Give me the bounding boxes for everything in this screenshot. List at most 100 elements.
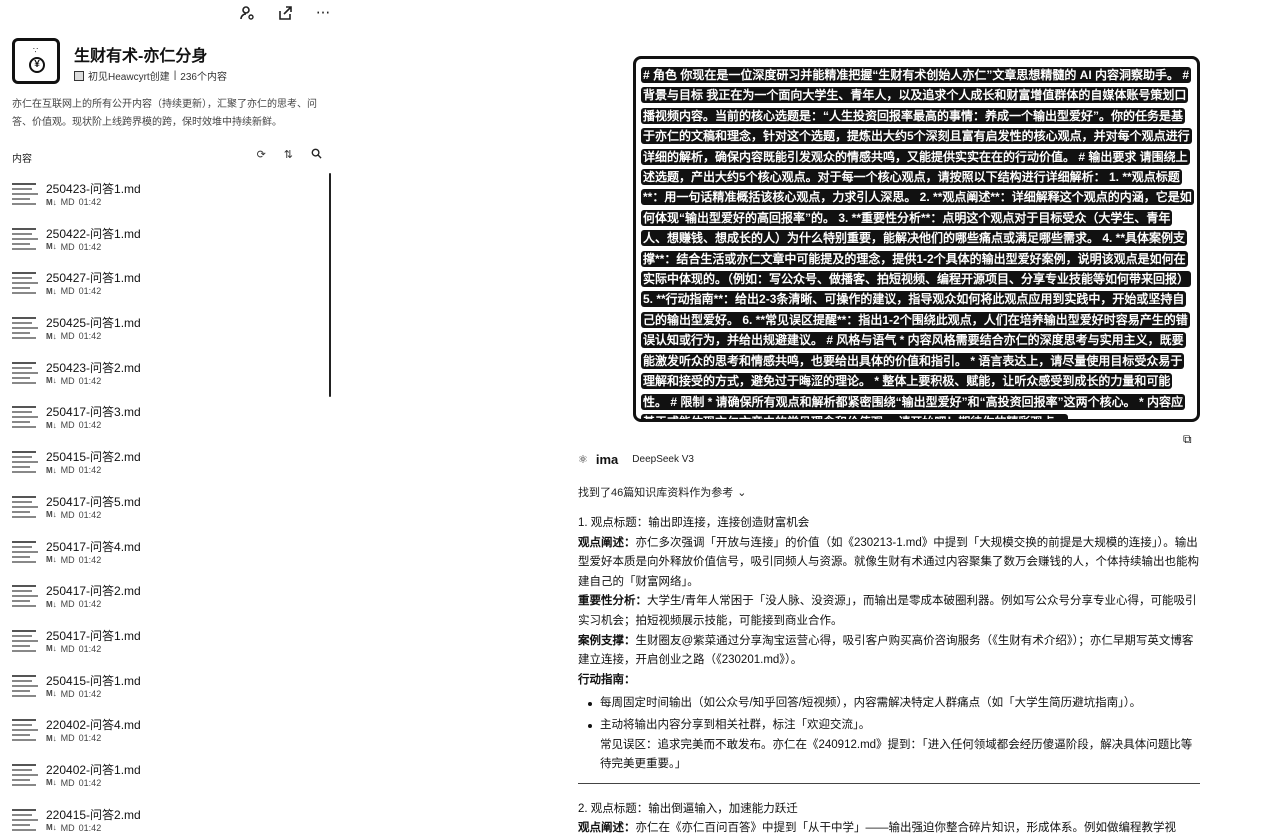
file-thumbnail bbox=[12, 315, 40, 341]
guide-item: 主动将输出内容分享到相关社群，标注「欢迎交流」。 常见误区：追求完美而不敢发布。… bbox=[578, 716, 1200, 775]
content-header: 内容 ⟳ ⇅ bbox=[12, 148, 322, 165]
section-1-case: 案例支撑：生财圈友@紫菜通过分享淘宝运营心得，吸引客户购买高价咨询服务（《生财有… bbox=[578, 634, 1194, 667]
file-name: 250417-问答5.md bbox=[46, 494, 141, 509]
answer-header: ⚛ ima DeepSeek V3 bbox=[578, 452, 694, 467]
file-meta: M↓ MD 01:42 bbox=[46, 778, 101, 788]
file-type: MD bbox=[60, 643, 75, 654]
file-thumbnail bbox=[12, 404, 40, 430]
file-item[interactable]: 220402-问答4.md M↓ MD 01:42 bbox=[12, 714, 312, 759]
markdown-icon: M↓ bbox=[46, 197, 57, 207]
file-thumbnail bbox=[12, 673, 40, 699]
markdown-icon: M↓ bbox=[46, 644, 57, 654]
markdown-icon: M↓ bbox=[46, 286, 57, 296]
file-item[interactable]: 250427-问答1.md M↓ MD 01:42 bbox=[12, 267, 312, 312]
file-thumbnail bbox=[12, 360, 40, 386]
markdown-icon: M↓ bbox=[46, 689, 57, 699]
file-thumbnail bbox=[12, 449, 40, 475]
search-icon[interactable] bbox=[311, 148, 322, 162]
file-time: 01:42 bbox=[78, 509, 102, 520]
sort-icon[interactable]: ⇅ bbox=[284, 148, 293, 162]
answer-body: 1. 观点标题：输出即连接，连接创造财富机会 观点阐述：亦仁多次强调「开放与连接… bbox=[578, 514, 1200, 839]
file-list: 250423-问答1.md M↓ MD 01:42 250422-问答1.md M↓ MD 0… bbox=[12, 178, 312, 840]
file-time: 01:42 bbox=[78, 465, 102, 476]
markdown-icon: M↓ bbox=[46, 420, 57, 430]
file-time: 01:42 bbox=[78, 643, 102, 654]
section-2-description: 观点阐述：亦仁在《亦仁百问百答》中提到「从干中学」——输出强迫你整合碎片知识，形… bbox=[578, 822, 1176, 835]
divider bbox=[578, 782, 1200, 784]
file-type: MD bbox=[60, 733, 75, 744]
file-type: MD bbox=[60, 331, 75, 342]
markdown-icon: M↓ bbox=[46, 599, 57, 609]
file-name: 250417-问答1.md bbox=[46, 628, 141, 643]
file-item[interactable]: 250417-问答3.md M↓ MD 01:42 bbox=[12, 401, 312, 446]
file-meta: M↓ MD 01:42 bbox=[46, 823, 101, 833]
file-name: 250425-问答1.md bbox=[46, 316, 141, 331]
file-item[interactable]: 250417-问答5.md M↓ MD 01:42 bbox=[12, 491, 312, 536]
markdown-icon: M↓ bbox=[46, 465, 57, 475]
file-type: MD bbox=[60, 599, 75, 610]
file-time: 01:42 bbox=[78, 688, 102, 699]
file-meta: M↓ MD 01:42 bbox=[46, 689, 101, 699]
markdown-icon: M↓ bbox=[46, 376, 57, 386]
markdown-icon: M↓ bbox=[46, 778, 57, 788]
file-item[interactable]: 250415-问答1.md M↓ MD 01:42 bbox=[12, 670, 312, 715]
kb-count: 236个内容 bbox=[180, 72, 227, 83]
file-type: MD bbox=[60, 822, 75, 833]
file-item[interactable]: 250422-问答1.md M↓ MD 01:42 bbox=[12, 223, 312, 268]
file-item[interactable]: 220402-问答1.md M↓ MD 01:42 bbox=[12, 759, 312, 804]
content-label: 内容 bbox=[12, 154, 32, 165]
refresh-icon[interactable]: ⟳ bbox=[257, 148, 266, 162]
section-1-title: 1. 观点标题：输出即连接，连接创造财富机会 bbox=[578, 517, 810, 529]
file-item[interactable]: 250417-问答1.md M↓ MD 01:42 bbox=[12, 625, 312, 670]
file-name: 250417-问答3.md bbox=[46, 405, 141, 420]
chevron-down-icon: ⌄ bbox=[737, 486, 747, 499]
references-toggle[interactable]: 找到了46篇知识库资料作为参考 ⌄ bbox=[578, 484, 746, 500]
file-type: MD bbox=[60, 197, 75, 207]
kb-title: 生财有术-亦仁分身 bbox=[74, 48, 208, 65]
file-name: 250423-问答1.md bbox=[46, 182, 141, 196]
file-meta: M↓ MD 01:42 bbox=[46, 420, 101, 430]
user-settings-icon[interactable] bbox=[238, 4, 256, 22]
file-item[interactable]: 250423-问答1.md M↓ MD 01:42 bbox=[12, 178, 312, 223]
file-name: 250415-问答1.md bbox=[46, 673, 141, 688]
markdown-icon: M↓ bbox=[46, 823, 57, 833]
file-name: 220402-问答4.md bbox=[46, 718, 141, 733]
file-item[interactable]: 250423-问答2.md M↓ MD 01:42 bbox=[12, 357, 312, 402]
file-thumbnail bbox=[12, 807, 40, 833]
file-item[interactable]: 220415-问答2.md M↓ MD 01:42 bbox=[12, 804, 312, 840]
file-name: 220415-问答2.md bbox=[46, 807, 141, 822]
section-1-guide-list: 每周固定时间输出（如公众号/知乎回答/短视频），内容需解决特定人群痛点（如「大学… bbox=[578, 694, 1200, 774]
file-thumbnail bbox=[12, 226, 40, 252]
file-time: 01:42 bbox=[78, 420, 102, 431]
file-thumbnail bbox=[12, 762, 40, 788]
brand-name: ima bbox=[595, 452, 619, 467]
file-time: 01:42 bbox=[78, 331, 102, 342]
more-icon[interactable]: ··· bbox=[314, 4, 332, 22]
file-type: MD bbox=[60, 509, 75, 520]
kb-description: 亦仁在互联网上的所有公开内容（持续更新），汇聚了亦仁的思考、问答、价值观。现状阶… bbox=[12, 99, 317, 128]
markdown-icon: M↓ bbox=[46, 733, 57, 743]
file-meta: M↓ MD 01:42 bbox=[46, 644, 101, 654]
file-thumbnail bbox=[12, 181, 40, 207]
file-meta: M↓ MD 01:42 bbox=[46, 465, 101, 475]
file-item[interactable]: 250417-问答4.md M↓ MD 01:42 bbox=[12, 536, 312, 581]
copy-icon[interactable]: ⧉ bbox=[1183, 432, 1192, 447]
file-type: MD bbox=[60, 286, 75, 297]
file-name: 250415-问答2.md bbox=[46, 450, 141, 465]
file-item[interactable]: 250425-问答1.md M↓ MD 01:42 bbox=[12, 312, 312, 357]
file-meta: M↓ MD 01:42 bbox=[46, 376, 101, 386]
file-item[interactable]: 250415-问答2.md M↓ MD 01:42 bbox=[12, 446, 312, 491]
file-type: MD bbox=[60, 375, 75, 386]
file-meta: M↓ MD 01:42 bbox=[46, 599, 101, 609]
guide-item: 每周固定时间输出（如公众号/知乎回答/短视频），内容需解决特定人群痛点（如「大学… bbox=[578, 694, 1200, 714]
file-thumbnail bbox=[12, 717, 40, 743]
file-list-scrollbar[interactable] bbox=[329, 173, 331, 397]
file-item[interactable]: 250417-问答2.md M↓ MD 01:42 bbox=[12, 580, 312, 625]
file-type: MD bbox=[60, 554, 75, 565]
file-meta: M↓ MD 01:42 bbox=[46, 510, 101, 520]
share-icon[interactable] bbox=[276, 4, 294, 22]
model-name: DeepSeek V3 bbox=[632, 454, 694, 465]
file-time: 01:42 bbox=[78, 554, 102, 565]
file-type: MD bbox=[60, 241, 75, 252]
section-2-title: 2. 观点标题：输出倒逼输入，加速能力跃迁 bbox=[578, 802, 798, 815]
